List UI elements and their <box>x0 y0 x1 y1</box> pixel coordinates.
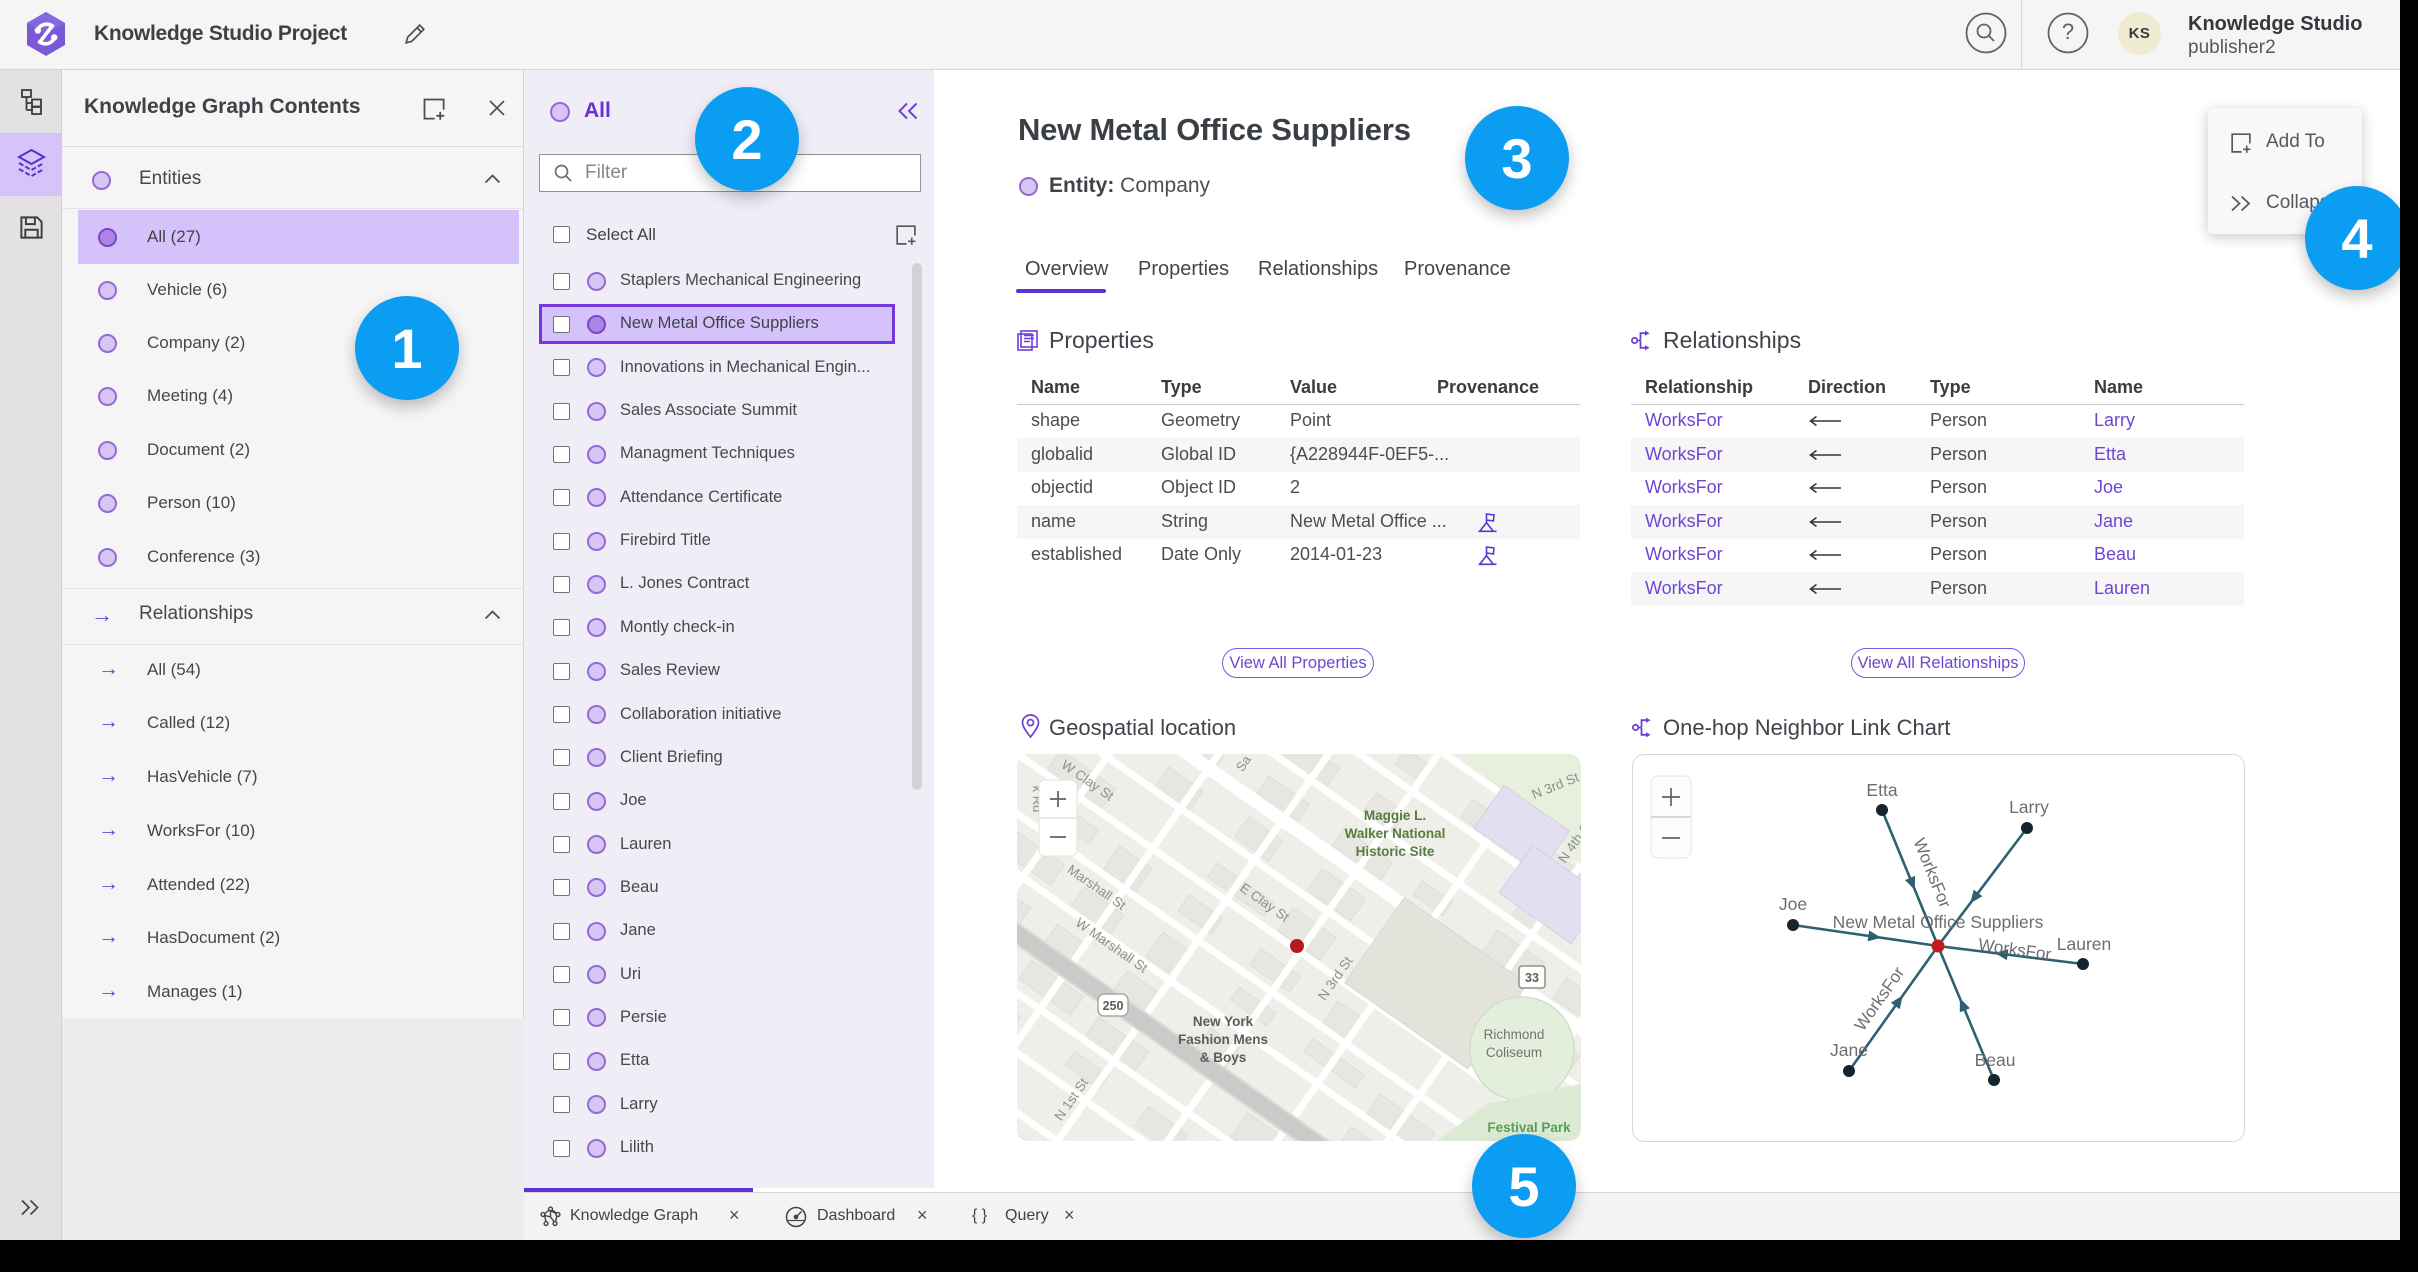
svg-text:Lauren: Lauren <box>2057 934 2112 954</box>
svg-text:Beau: Beau <box>1975 1050 2016 1070</box>
svg-text:Jane: Jane <box>1830 1040 1868 1060</box>
svg-text:New York: New York <box>1193 1014 1254 1029</box>
svg-text:Joe: Joe <box>1779 894 1807 914</box>
svg-text:Historic Site: Historic Site <box>1356 844 1435 859</box>
svg-text:Festival Park: Festival Park <box>1487 1120 1571 1135</box>
svg-text:Walker National: Walker National <box>1345 826 1446 841</box>
svg-text:& Boys: & Boys <box>1200 1050 1247 1065</box>
svg-text:Richmond: Richmond <box>1484 1027 1545 1042</box>
svg-text:33: 33 <box>1525 971 1539 985</box>
svg-text:Coliseum: Coliseum <box>1486 1045 1542 1060</box>
svg-text:New Metal Office Suppliers: New Metal Office Suppliers <box>1833 912 2044 932</box>
svg-text:Larry: Larry <box>2009 797 2049 817</box>
svg-text:Maggie L.: Maggie L. <box>1364 808 1426 823</box>
svg-text:250: 250 <box>1103 999 1124 1013</box>
svg-text:Etta: Etta <box>1866 780 1897 800</box>
svg-text:Fashion Mens: Fashion Mens <box>1178 1032 1268 1047</box>
